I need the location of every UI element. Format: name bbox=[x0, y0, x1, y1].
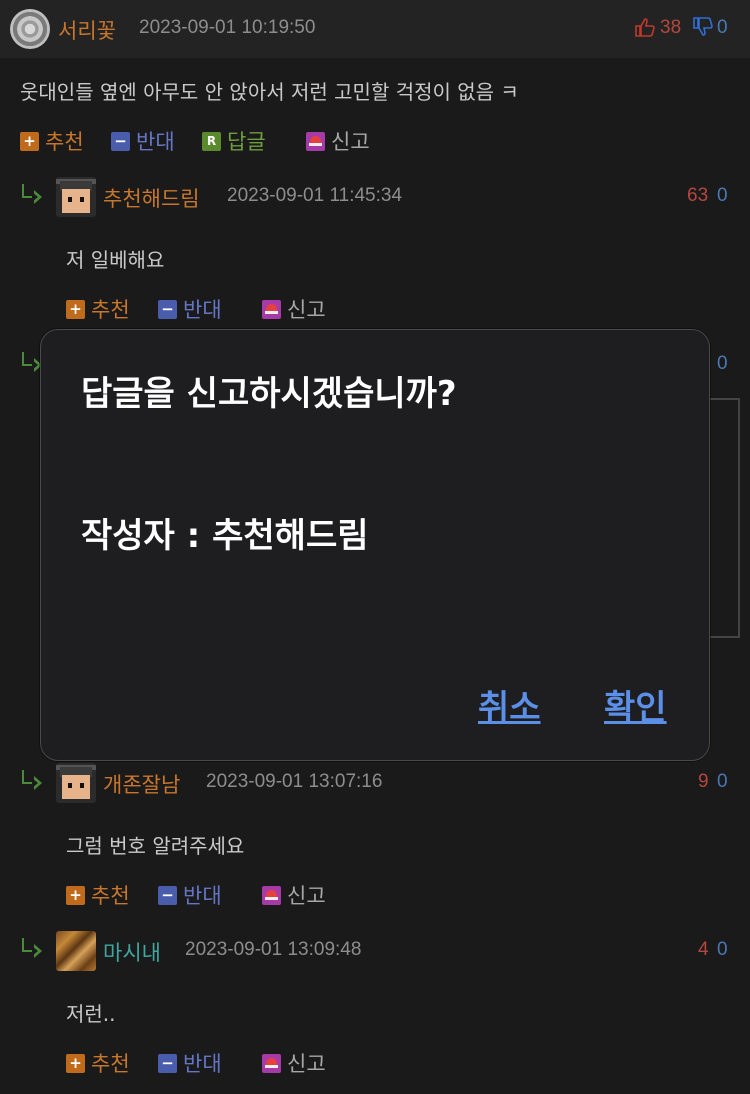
report-label: 신고 bbox=[287, 1052, 326, 1076]
recommend-label: 추천 bbox=[91, 884, 130, 908]
reply-down-count: 0 bbox=[717, 939, 728, 960]
siren-icon bbox=[262, 1053, 281, 1073]
thumbs-down-icon[interactable] bbox=[692, 17, 714, 41]
minus-icon: − bbox=[111, 131, 130, 151]
reply-author[interactable]: 개존잘남 bbox=[103, 769, 180, 799]
report-label: 신고 bbox=[287, 884, 326, 908]
oppose-button[interactable]: − 반대 bbox=[158, 1048, 222, 1078]
reply-author[interactable]: 마시내 bbox=[103, 937, 161, 967]
oppose-label: 반대 bbox=[136, 130, 175, 154]
reply-date: 2023-09-01 11:45:34 bbox=[227, 185, 403, 206]
report-button[interactable]: 신고 bbox=[306, 126, 370, 156]
reply-down-count: 0 bbox=[717, 353, 728, 374]
recommend-label: 추천 bbox=[91, 298, 130, 322]
post-down-count: 0 bbox=[717, 17, 728, 38]
dialog-author: 작성자 : 추천해드림 bbox=[81, 516, 369, 556]
siren-icon bbox=[262, 885, 281, 905]
post-up-count: 38 bbox=[660, 17, 682, 38]
recommend-button[interactable]: + 추천 bbox=[66, 294, 130, 324]
dialog-title: 답글을 신고하시겠습니까? bbox=[81, 374, 457, 414]
reply-up-count: 9 bbox=[698, 771, 709, 792]
report-button[interactable]: 신고 bbox=[262, 880, 326, 910]
oppose-button[interactable]: − 반대 bbox=[158, 880, 222, 910]
food-avatar[interactable] bbox=[56, 931, 96, 971]
plus-icon: + bbox=[66, 1053, 85, 1073]
minus-icon: − bbox=[158, 1053, 177, 1073]
reply-arrow-icon bbox=[20, 184, 42, 204]
pixel-avatar[interactable] bbox=[56, 177, 96, 217]
reply-up-count: 4 bbox=[698, 939, 709, 960]
cancel-button[interactable]: 취소 bbox=[478, 680, 541, 729]
post-body: 웃대인들 옆엔 아무도 안 앉아서 저런 고민할 걱정이 없음 ㅋ bbox=[20, 80, 519, 104]
oppose-label: 반대 bbox=[183, 298, 222, 322]
report-button[interactable]: 신고 bbox=[262, 1048, 326, 1078]
oppose-label: 반대 bbox=[183, 1052, 222, 1076]
oppose-label: 반대 bbox=[183, 884, 222, 908]
siren-icon bbox=[306, 131, 325, 151]
reply-date: 2023-09-01 13:07:16 bbox=[206, 771, 383, 792]
recommend-button[interactable]: + 추천 bbox=[66, 1048, 130, 1078]
siren-icon bbox=[262, 299, 281, 319]
minus-icon: − bbox=[158, 299, 177, 319]
post-header: 서리꽃 2023-09-01 10:19:50 38 0 bbox=[0, 0, 750, 58]
report-button[interactable]: 신고 bbox=[262, 294, 326, 324]
recommend-label: 추천 bbox=[91, 1052, 130, 1076]
post-author[interactable]: 서리꽃 bbox=[58, 15, 116, 45]
post-date: 2023-09-01 10:19:50 bbox=[139, 17, 316, 38]
thumbs-up-icon[interactable] bbox=[634, 17, 656, 41]
reply-body: 저 일베해요 bbox=[66, 248, 165, 272]
reply-arrow-icon bbox=[20, 938, 42, 958]
oppose-button[interactable]: − 반대 bbox=[158, 294, 222, 324]
reply-author[interactable]: 추천해드림 bbox=[103, 183, 200, 213]
pixel-avatar[interactable] bbox=[56, 763, 96, 803]
rose-avatar[interactable] bbox=[10, 9, 50, 49]
reply-label: 답글 bbox=[227, 130, 266, 154]
oppose-button[interactable]: − 반대 bbox=[111, 126, 175, 156]
reply-arrow-icon bbox=[20, 352, 42, 372]
reply-arrow-icon bbox=[20, 770, 42, 790]
recommend-button[interactable]: + 추천 bbox=[20, 126, 84, 156]
plus-icon: + bbox=[66, 885, 85, 905]
report-label: 신고 bbox=[331, 130, 370, 154]
report-confirm-dialog: 답글을 신고하시겠습니까? 작성자 : 추천해드림 취소 확인 bbox=[40, 329, 710, 761]
reply-down-count: 0 bbox=[717, 185, 728, 206]
recommend-label: 추천 bbox=[45, 130, 84, 154]
plus-icon: + bbox=[66, 299, 85, 319]
reply-date: 2023-09-01 13:09:48 bbox=[185, 939, 362, 960]
plus-icon: + bbox=[20, 131, 39, 151]
reply-body: 저런.. bbox=[66, 1002, 116, 1026]
report-label: 신고 bbox=[287, 298, 326, 322]
reply-button[interactable]: R 답글 bbox=[202, 126, 266, 156]
reply-icon: R bbox=[202, 131, 221, 151]
minus-icon: − bbox=[158, 885, 177, 905]
reply-up-count: 63 bbox=[687, 185, 709, 206]
recommend-button[interactable]: + 추천 bbox=[66, 880, 130, 910]
reply-down-count: 0 bbox=[717, 771, 728, 792]
reply-body: 그럼 번호 알려주세요 bbox=[66, 834, 245, 858]
confirm-button[interactable]: 확인 bbox=[604, 680, 667, 729]
